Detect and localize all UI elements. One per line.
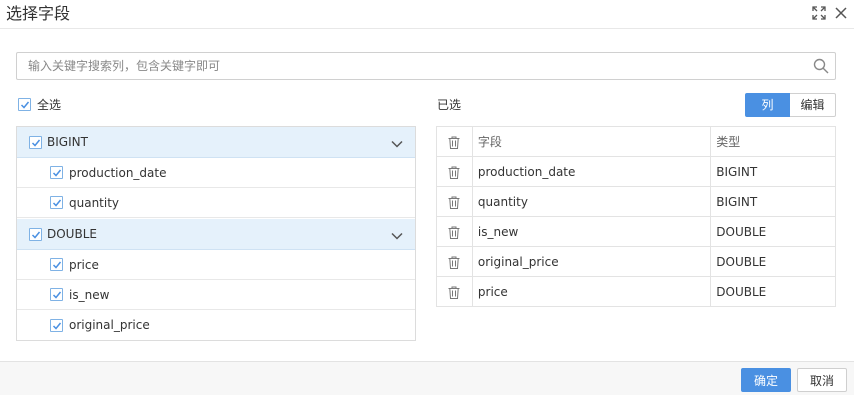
column-header-type: 类型 bbox=[710, 126, 836, 157]
field-label: is_new bbox=[69, 287, 110, 302]
dialog-header: 选择字段 bbox=[0, 0, 854, 29]
table-row: production_date BIGINT bbox=[436, 156, 836, 187]
search-input[interactable] bbox=[17, 53, 807, 79]
select-fields-dialog: 选择字段 全选 bbox=[0, 0, 854, 395]
cell-field: quantity bbox=[471, 186, 712, 217]
field-row-price[interactable]: price bbox=[17, 250, 415, 280]
trash-icon[interactable] bbox=[436, 126, 473, 157]
trash-icon[interactable] bbox=[436, 186, 473, 217]
dialog-footer: 确定 取消 bbox=[0, 361, 854, 395]
group-header-double[interactable]: DOUBLE bbox=[17, 219, 415, 250]
field-label: production_date bbox=[69, 165, 167, 180]
checkbox-checked-icon[interactable] bbox=[50, 196, 63, 209]
checkbox-checked-icon bbox=[18, 97, 31, 111]
confirm-button[interactable]: 确定 bbox=[741, 368, 791, 392]
checkbox-checked-icon[interactable] bbox=[29, 227, 42, 241]
cell-type: DOUBLE bbox=[710, 276, 836, 307]
field-label: original_price bbox=[69, 318, 150, 332]
expand-icon[interactable] bbox=[811, 5, 827, 21]
trash-icon[interactable] bbox=[436, 276, 473, 307]
list-view-button[interactable]: 列表 bbox=[745, 93, 790, 134]
field-label: quantity bbox=[69, 195, 120, 210]
chevron-down-icon[interactable] bbox=[391, 137, 403, 151]
checkbox-checked-icon[interactable] bbox=[29, 135, 42, 149]
checkbox-checked-icon[interactable] bbox=[50, 288, 63, 301]
table-row: quantity BIGINT bbox=[436, 186, 836, 217]
trash-icon[interactable] bbox=[436, 216, 473, 247]
search-icon[interactable] bbox=[813, 58, 829, 74]
cell-type: DOUBLE bbox=[710, 216, 836, 247]
chevron-down-icon[interactable] bbox=[391, 229, 403, 243]
selected-heading: 已选 bbox=[437, 98, 462, 112]
trash-icon[interactable] bbox=[436, 156, 473, 187]
checkbox-checked-icon[interactable] bbox=[50, 318, 63, 332]
select-all-checkbox[interactable]: 全选 bbox=[18, 96, 61, 112]
cell-field: production_date bbox=[471, 156, 712, 187]
cell-type: BIGINT bbox=[710, 156, 836, 187]
cell-field: is_new bbox=[471, 216, 712, 247]
table-header-row: 字段 类型 bbox=[436, 126, 836, 157]
cancel-button[interactable]: 取消 bbox=[797, 368, 847, 392]
cell-field: original_price bbox=[471, 246, 712, 277]
selected-fields-table: 字段 类型 production_date BIGINT quantity BI… bbox=[436, 126, 836, 307]
trash-icon[interactable] bbox=[436, 246, 473, 277]
search-box bbox=[16, 52, 836, 80]
field-row-quantity[interactable]: quantity bbox=[17, 188, 415, 218]
dialog-title: 选择字段 bbox=[6, 4, 71, 23]
edit-view-button[interactable]: 编辑 bbox=[790, 93, 836, 117]
group-label: BIGINT bbox=[47, 135, 88, 149]
cell-field: price bbox=[471, 276, 712, 307]
table-row: is_new DOUBLE bbox=[436, 216, 836, 247]
select-all-label: 全选 bbox=[37, 97, 62, 112]
checkbox-checked-icon[interactable] bbox=[50, 166, 63, 179]
field-row-original-price[interactable]: original_price bbox=[17, 310, 415, 340]
group-header-bigint[interactable]: BIGINT bbox=[17, 127, 415, 158]
cell-type: BIGINT bbox=[710, 186, 836, 217]
close-icon[interactable] bbox=[833, 5, 849, 21]
cell-type: DOUBLE bbox=[710, 246, 836, 277]
field-label: price bbox=[69, 257, 99, 272]
group-label: DOUBLE bbox=[47, 227, 97, 241]
field-row-production-date[interactable]: production_date bbox=[17, 158, 415, 188]
view-toggle: 列表 编辑 bbox=[745, 93, 836, 134]
column-header-field: 字段 bbox=[471, 126, 712, 157]
table-row: original_price DOUBLE bbox=[436, 246, 836, 277]
field-row-is-new[interactable]: is_new bbox=[17, 280, 415, 310]
available-fields-panel: BIGINT production_date quantity DOUBLE p… bbox=[16, 126, 416, 341]
table-row: price DOUBLE bbox=[436, 276, 836, 307]
checkbox-checked-icon[interactable] bbox=[50, 258, 63, 271]
